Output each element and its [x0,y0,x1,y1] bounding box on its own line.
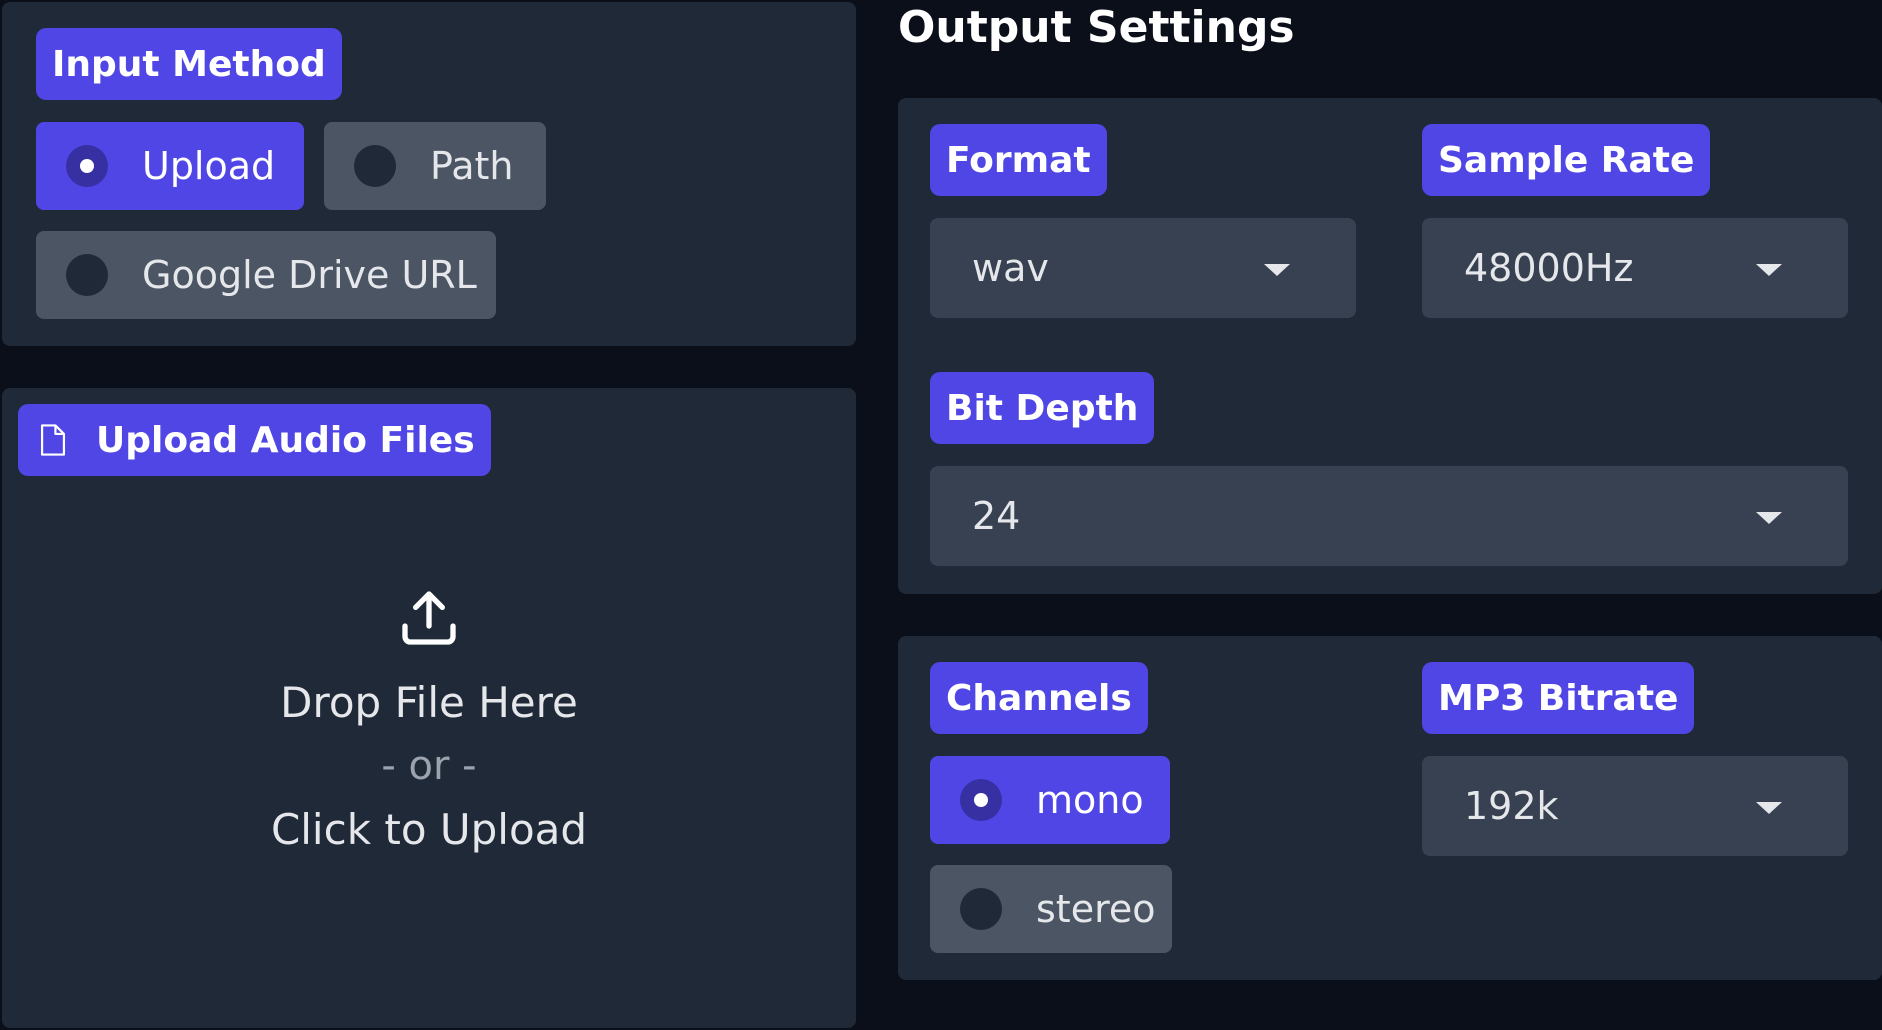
radio-label: stereo [1036,887,1156,931]
radio-label: Path [430,144,514,188]
mp3-bitrate-label: MP3 Bitrate [1422,662,1695,734]
or-separator: - or - [381,743,477,789]
bit-depth-dropdown[interactable]: 24 [930,466,1848,566]
input-method-google-drive-radio[interactable]: Google Drive URL [36,231,496,319]
input-method-path-radio[interactable]: Path [324,122,546,210]
channels-mono-radio[interactable]: mono [930,756,1170,844]
input-method-upload-radio[interactable]: Upload [36,122,304,210]
output-settings-panel-bottom: Channels mono stereo MP3 Bitrate 192k [898,636,1882,980]
mp3-bitrate-value: 192k [1464,784,1559,828]
drop-file-text: Drop File Here [280,678,578,727]
output-settings-title: Output Settings [898,2,1295,53]
bit-depth-label: Bit Depth [930,372,1155,444]
sample-rate-label: Sample Rate [1422,124,1711,196]
file-icon [40,424,66,456]
upload-label-text: Upload Audio Files [96,419,475,461]
radio-indicator [960,888,1002,930]
upload-icon [402,591,456,645]
format-label: Format [930,124,1107,196]
bit-depth-value: 24 [972,494,1021,538]
format-dropdown[interactable]: wav [930,218,1356,318]
input-method-label: Input Method [36,28,342,100]
upload-audio-files-label: Upload Audio Files [18,404,491,476]
sample-rate-value: 48000Hz [1464,246,1634,290]
format-value: wav [972,246,1049,290]
radio-label: Google Drive URL [142,253,477,297]
output-settings-panel-top: Format wav Sample Rate 48000Hz Bit Depth… [898,98,1882,594]
radio-selected-indicator [960,779,1002,821]
caret-down-icon [1756,802,1782,814]
radio-label: Upload [142,144,276,188]
caret-down-icon [1756,512,1782,524]
upload-panel: Upload Audio Files Drop File Here - or -… [2,388,856,1028]
file-drop-zone[interactable]: Drop File Here - or - Click to Upload [18,586,840,966]
radio-label: mono [1036,778,1144,822]
radio-selected-indicator [66,145,108,187]
click-to-upload-text: Click to Upload [270,805,588,854]
caret-down-icon [1756,264,1782,276]
radio-indicator [354,145,396,187]
input-method-panel: Input Method Upload Path Google Drive UR… [2,2,856,346]
caret-down-icon [1264,264,1290,276]
radio-indicator [66,254,108,296]
mp3-bitrate-dropdown[interactable]: 192k [1422,756,1848,856]
sample-rate-dropdown[interactable]: 48000Hz [1422,218,1848,318]
channels-stereo-radio[interactable]: stereo [930,865,1172,953]
channels-label: Channels [930,662,1148,734]
